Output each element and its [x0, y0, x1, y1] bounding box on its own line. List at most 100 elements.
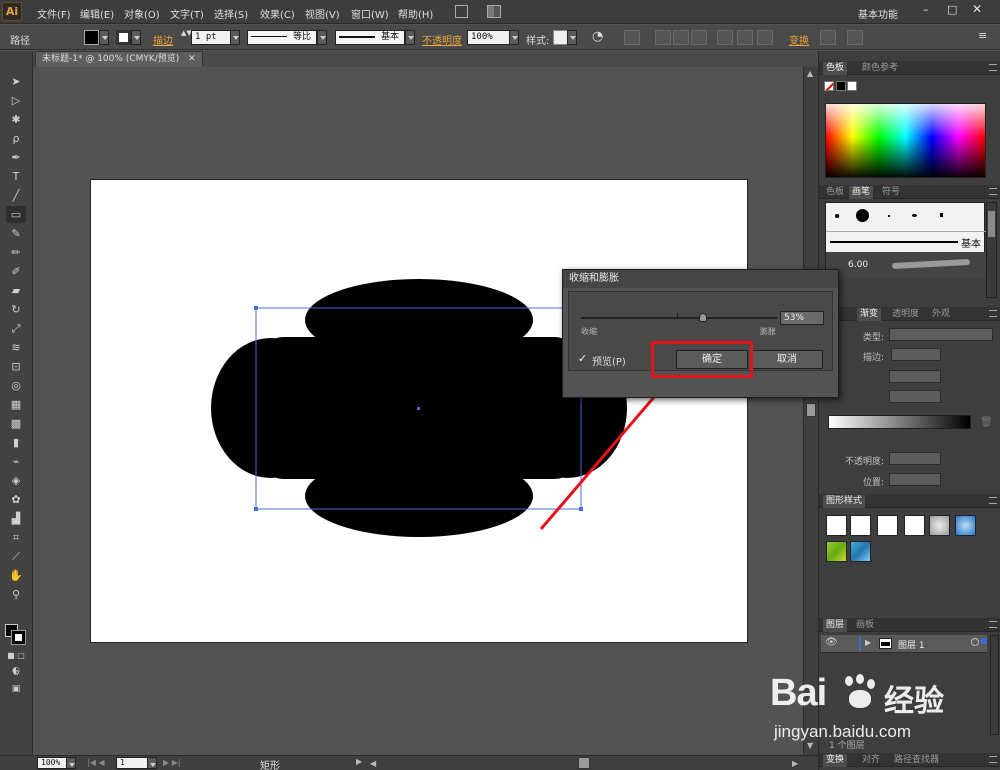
brush-scrollbar[interactable]: [986, 202, 997, 298]
preview-checkbox[interactable]: ✓: [578, 352, 587, 365]
screen-mode-icon[interactable]: ▣: [6, 681, 26, 698]
minimize-icon[interactable]: –: [923, 3, 929, 16]
tab-swatches-2[interactable]: 色板: [823, 186, 847, 199]
style-split[interactable]: [904, 515, 925, 536]
artboard-tool-icon[interactable]: ⌗: [6, 529, 26, 546]
brush-oval[interactable]: [912, 214, 917, 217]
zoom-tool-icon[interactable]: ⚲: [6, 586, 26, 603]
eyedropper-tool-icon[interactable]: ⌁: [6, 453, 26, 470]
opacity-dropdown[interactable]: [509, 30, 519, 45]
tab-artboards[interactable]: 画板: [853, 619, 877, 632]
style-white[interactable]: [877, 515, 898, 536]
brush-dropdown[interactable]: [405, 30, 415, 45]
stroke-weight-dropdown[interactable]: [230, 30, 240, 45]
brush-flat[interactable]: [940, 213, 943, 217]
free-transform-tool-icon[interactable]: ⊡: [6, 358, 26, 375]
cancel-button[interactable]: 取消: [751, 350, 823, 369]
style-blue-glow[interactable]: [955, 515, 976, 536]
artboard-dropdown[interactable]: [147, 757, 157, 769]
gradient-type-select[interactable]: [889, 328, 993, 341]
tab-transparency[interactable]: 透明度: [889, 308, 922, 321]
fill-swatch[interactable]: [84, 30, 99, 45]
brush-definition[interactable]: 基本: [335, 30, 405, 45]
arrange-documents-icon[interactable]: [487, 5, 501, 18]
eraser-tool-icon[interactable]: ▰: [6, 282, 26, 299]
menu-type[interactable]: 文字(T): [170, 6, 204, 21]
style-blue-pattern[interactable]: [850, 541, 871, 562]
graphic-style-dropdown[interactable]: [567, 30, 577, 45]
more-options-icon[interactable]: [847, 30, 863, 45]
width-tool-icon[interactable]: ≋: [6, 339, 26, 356]
shape-builder-tool-icon[interactable]: ◎: [6, 377, 26, 394]
value-field[interactable]: 53%: [780, 311, 824, 325]
menu-select[interactable]: 选择(S): [214, 6, 248, 21]
slice-tool-icon[interactable]: ⟋: [6, 548, 26, 565]
panel-menu-icon[interactable]: [989, 188, 997, 195]
visibility-eye-icon[interactable]: 👁: [825, 637, 838, 648]
scale-tool-icon[interactable]: ⤢: [6, 320, 26, 337]
style-default[interactable]: [826, 515, 847, 536]
vertical-scrollbar[interactable]: ▲ ▼: [803, 67, 818, 755]
tab-appearance[interactable]: 外观: [929, 308, 953, 321]
zoom-dropdown[interactable]: [66, 757, 76, 769]
canvas-area[interactable]: [33, 67, 803, 755]
brush-library[interactable]: 基本 6.00: [825, 202, 986, 298]
artboard-nav-last-icon[interactable]: ▶ ▶|: [163, 758, 181, 767]
tab-transform[interactable]: 变换: [823, 754, 848, 767]
menu-object[interactable]: 对象(O): [124, 6, 160, 21]
recolor-artwork-icon[interactable]: ◔: [592, 29, 603, 44]
tab-layers[interactable]: 图层: [823, 619, 848, 632]
gradient-tool-icon[interactable]: ▮: [6, 434, 26, 451]
menu-help[interactable]: 帮助(H): [398, 6, 433, 21]
delete-stop-icon[interactable]: 🗑: [980, 417, 993, 428]
tab-gradient[interactable]: 渐变: [857, 308, 882, 321]
maximize-icon[interactable]: □: [947, 3, 957, 16]
layer-name[interactable]: 图层 1: [898, 638, 925, 651]
magic-wand-tool-icon[interactable]: ✱: [6, 111, 26, 128]
line-tool-icon[interactable]: ╱: [6, 187, 26, 204]
rotate-tool-icon[interactable]: ↻: [6, 301, 26, 318]
none-swatch[interactable]: [824, 81, 834, 91]
scroll-right-icon[interactable]: ▶: [792, 759, 798, 768]
align-right-icon[interactable]: [691, 30, 707, 45]
tab-pathfinder[interactable]: 路径查找器: [891, 754, 942, 767]
color-spectrum[interactable]: [825, 103, 986, 178]
slider-thumb[interactable]: [699, 313, 707, 322]
mesh-tool-icon[interactable]: ▩: [6, 415, 26, 432]
align-left-icon[interactable]: [655, 30, 671, 45]
align-center-icon[interactable]: [673, 30, 689, 45]
panel-menu-icon[interactable]: [989, 621, 997, 628]
close-icon[interactable]: ✕: [972, 2, 982, 16]
brush-round-small[interactable]: [835, 214, 839, 218]
align-middle-icon[interactable]: [737, 30, 753, 45]
layer-row[interactable]: 👁 ▶ 图层 1: [821, 635, 987, 653]
selection-tool-icon[interactable]: ➤: [6, 73, 26, 90]
hand-tool-icon[interactable]: ✋: [6, 567, 26, 584]
black-swatch[interactable]: [836, 81, 846, 91]
stroke-swatch[interactable]: [116, 30, 131, 45]
blob-brush-tool-icon[interactable]: ✐: [6, 263, 26, 280]
pencil-tool-icon[interactable]: ✏: [6, 244, 26, 261]
fill-dropdown[interactable]: [99, 30, 109, 45]
panel-menu-icon[interactable]: [989, 756, 997, 763]
rectangle-tool-icon[interactable]: ▭: [6, 206, 26, 223]
gradient-opacity-field[interactable]: [889, 452, 941, 465]
symbol-sprayer-tool-icon[interactable]: ✿: [6, 491, 26, 508]
artboard-number-field[interactable]: 1: [116, 757, 148, 769]
stroke-panel-link[interactable]: 描边: [153, 32, 173, 47]
tab-symbols[interactable]: 符号: [879, 186, 903, 199]
style-shadow[interactable]: [929, 515, 950, 536]
document-tab[interactable]: 未标题-1* @ 100% (CMYK/预览) ✕: [35, 51, 203, 67]
pucker-bloat-slider-track[interactable]: [581, 317, 777, 319]
graphic-style-swatch[interactable]: [553, 30, 568, 45]
select-similar-icon[interactable]: [624, 30, 640, 45]
tab-color-guide[interactable]: 颜色参考: [859, 62, 901, 75]
basic-brush-stroke[interactable]: [830, 241, 958, 243]
style-green-pattern[interactable]: [826, 541, 847, 562]
gradient-slider[interactable]: [828, 415, 971, 429]
stroke-dropdown[interactable]: [131, 30, 141, 45]
control-menu-icon[interactable]: ≡: [978, 29, 987, 42]
pen-tool-icon[interactable]: ✒: [6, 149, 26, 166]
tab-graphic-styles[interactable]: 图形样式: [823, 495, 866, 508]
panel-menu-icon[interactable]: [989, 497, 997, 504]
